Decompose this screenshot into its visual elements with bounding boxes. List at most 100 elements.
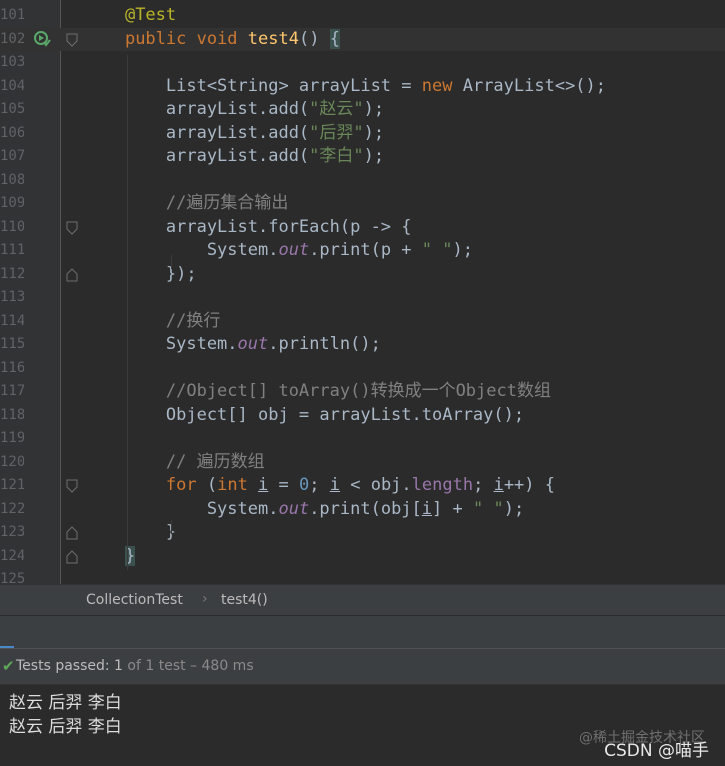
- fold-close-icon[interactable]: [66, 267, 78, 282]
- code-token: ;: [309, 475, 330, 495]
- code-token: );: [363, 99, 385, 119]
- run-test-icon[interactable]: [33, 30, 51, 48]
- code-text: //换行: [84, 310, 220, 334]
- line-number: 119: [0, 430, 24, 446]
- console-output[interactable]: 赵云 后羿 李白 赵云 后羿 李白 @稀土掘金技术社区 CSDN @喵手: [0, 684, 725, 766]
- code-token: < obj.: [340, 475, 412, 495]
- check-icon: ✔: [2, 657, 15, 675]
- code-line[interactable]: 112 });: [0, 263, 725, 287]
- breadcrumb-separator: ›: [202, 591, 208, 607]
- code-token: // 遍历数组: [84, 451, 265, 472]
- code-token: (): [298, 28, 330, 49]
- code-text: List<String> arrayList = new ArrayList<>…: [84, 75, 606, 99]
- code-text: //遍历集合输出: [84, 192, 288, 216]
- code-token: (: [206, 475, 218, 495]
- tests-passed-count: 1: [114, 658, 123, 674]
- indent-guide: [171, 520, 172, 534]
- fold-open-icon[interactable]: [66, 33, 78, 47]
- fold-open-icon[interactable]: [66, 479, 78, 493]
- line-number: 111: [0, 242, 24, 258]
- code-line[interactable]: 120 // 遍历数组: [0, 451, 725, 475]
- line-number: 115: [0, 336, 24, 352]
- code-token: for: [165, 475, 207, 495]
- code-line[interactable]: 123 }: [0, 521, 725, 545]
- code-line[interactable]: 104 List<String> arrayList = new ArrayLi…: [0, 75, 725, 99]
- fold-close-icon[interactable]: [66, 526, 78, 540]
- line-number: 124: [0, 547, 24, 564]
- code-token: out: [237, 334, 269, 354]
- code-line[interactable]: 119: [0, 427, 725, 451]
- code-text: arrayList.forEach(p -> {: [84, 216, 412, 240]
- code-editor[interactable]: 101 @Test 102 public void test4() {103 104…: [0, 0, 725, 584]
- code-text: arrayList.add("赵云");: [84, 98, 384, 122]
- fold-close-icon[interactable]: [66, 549, 78, 564]
- indent-guide: [171, 255, 172, 269]
- line-number: 104: [0, 77, 24, 94]
- code-token: .print(p +: [309, 240, 422, 260]
- breadcrumb-method[interactable]: test4(): [221, 592, 268, 608]
- code-token: );: [503, 498, 525, 519]
- line-number: 117: [0, 383, 24, 399]
- indent-guide: [127, 55, 128, 570]
- line-number: 116: [0, 359, 24, 376]
- code-line[interactable]: 111 System.out.print(p + " ");: [0, 239, 725, 263]
- code-line[interactable]: 117 //Object[] toArray()转换成一个Object数组: [0, 380, 725, 404]
- code-line[interactable]: 103: [0, 51, 725, 75]
- code-line[interactable]: 125: [0, 568, 725, 584]
- console-line: 赵云 后羿 李白: [9, 693, 122, 713]
- watermark-csdn: CSDN @喵手: [604, 741, 709, 761]
- code-line[interactable]: 124 }: [0, 545, 725, 569]
- code-token: ] +: [432, 498, 473, 519]
- code-text: arrayList.add("李白");: [84, 145, 384, 169]
- code-text: System.out.println();: [84, 333, 381, 357]
- code-token: out: [278, 498, 310, 519]
- code-line[interactable]: 109 //遍历集合输出: [0, 192, 725, 216]
- code-text: for (int i = 0; i < obj.length; i++) {: [84, 474, 555, 498]
- line-number: 110: [0, 218, 24, 235]
- code-line[interactable]: 114 //换行: [0, 310, 725, 334]
- line-number: 120: [0, 453, 24, 470]
- code-line[interactable]: 110 arrayList.forEach(p -> {: [0, 216, 725, 240]
- code-text: System.out.print(p + " ");: [84, 239, 473, 263]
- code-text: }: [84, 521, 176, 545]
- code-line[interactable]: 108: [0, 169, 725, 193]
- code-token: =: [268, 475, 300, 495]
- code-line[interactable]: 102 public void test4() {: [0, 27, 725, 52]
- code-token: //换行: [84, 310, 221, 331]
- code-line[interactable]: 122 System.out.print(obj[i] + " ");: [0, 498, 725, 522]
- code-token: ArrayList<>();: [462, 75, 607, 96]
- code-token: " ": [472, 498, 504, 519]
- code-token: i: [329, 475, 340, 495]
- fold-open-icon[interactable]: [66, 221, 78, 235]
- code-line[interactable]: 106 arrayList.add("后羿");: [0, 122, 725, 146]
- tests-total-text: of 1 test – 480 ms: [127, 658, 254, 674]
- code-token: "赵云": [309, 99, 364, 119]
- test-status-bar: ✔ Tests passed: 1 of 1 test – 480 ms: [0, 648, 725, 685]
- code-line[interactable]: 118 Object[] obj = arrayList.toArray();: [0, 404, 725, 428]
- code-token: out: [278, 240, 310, 260]
- code-token: ++) {: [503, 475, 555, 495]
- code-line[interactable]: 113: [0, 286, 725, 310]
- breadcrumb-class[interactable]: CollectionTest: [86, 592, 183, 608]
- code-line[interactable]: 101 @Test: [0, 4, 725, 28]
- code-line[interactable]: 115 System.out.println();: [0, 333, 725, 357]
- code-token: .println();: [268, 334, 381, 354]
- code-line[interactable]: 121 for (int i = 0; i < obj.length; i++)…: [0, 474, 725, 498]
- line-number: 123: [0, 524, 24, 540]
- line-number: 114: [0, 312, 24, 329]
- line-number: 108: [0, 171, 24, 188]
- code-token: .print(obj[: [309, 498, 422, 519]
- code-line[interactable]: 116: [0, 357, 725, 381]
- code-text: public void test4() {: [84, 28, 340, 52]
- line-number: 112: [0, 265, 24, 282]
- code-token: 0: [299, 475, 310, 495]
- line-number: 109: [0, 195, 24, 211]
- code-token: System.: [84, 498, 279, 519]
- code-line[interactable]: 105 arrayList.add("赵云");: [0, 98, 725, 122]
- code-token: public void: [124, 28, 248, 49]
- code-token: @Test: [124, 5, 177, 25]
- code-token: });: [84, 263, 197, 284]
- code-line[interactable]: 107 arrayList.add("李白");: [0, 145, 725, 169]
